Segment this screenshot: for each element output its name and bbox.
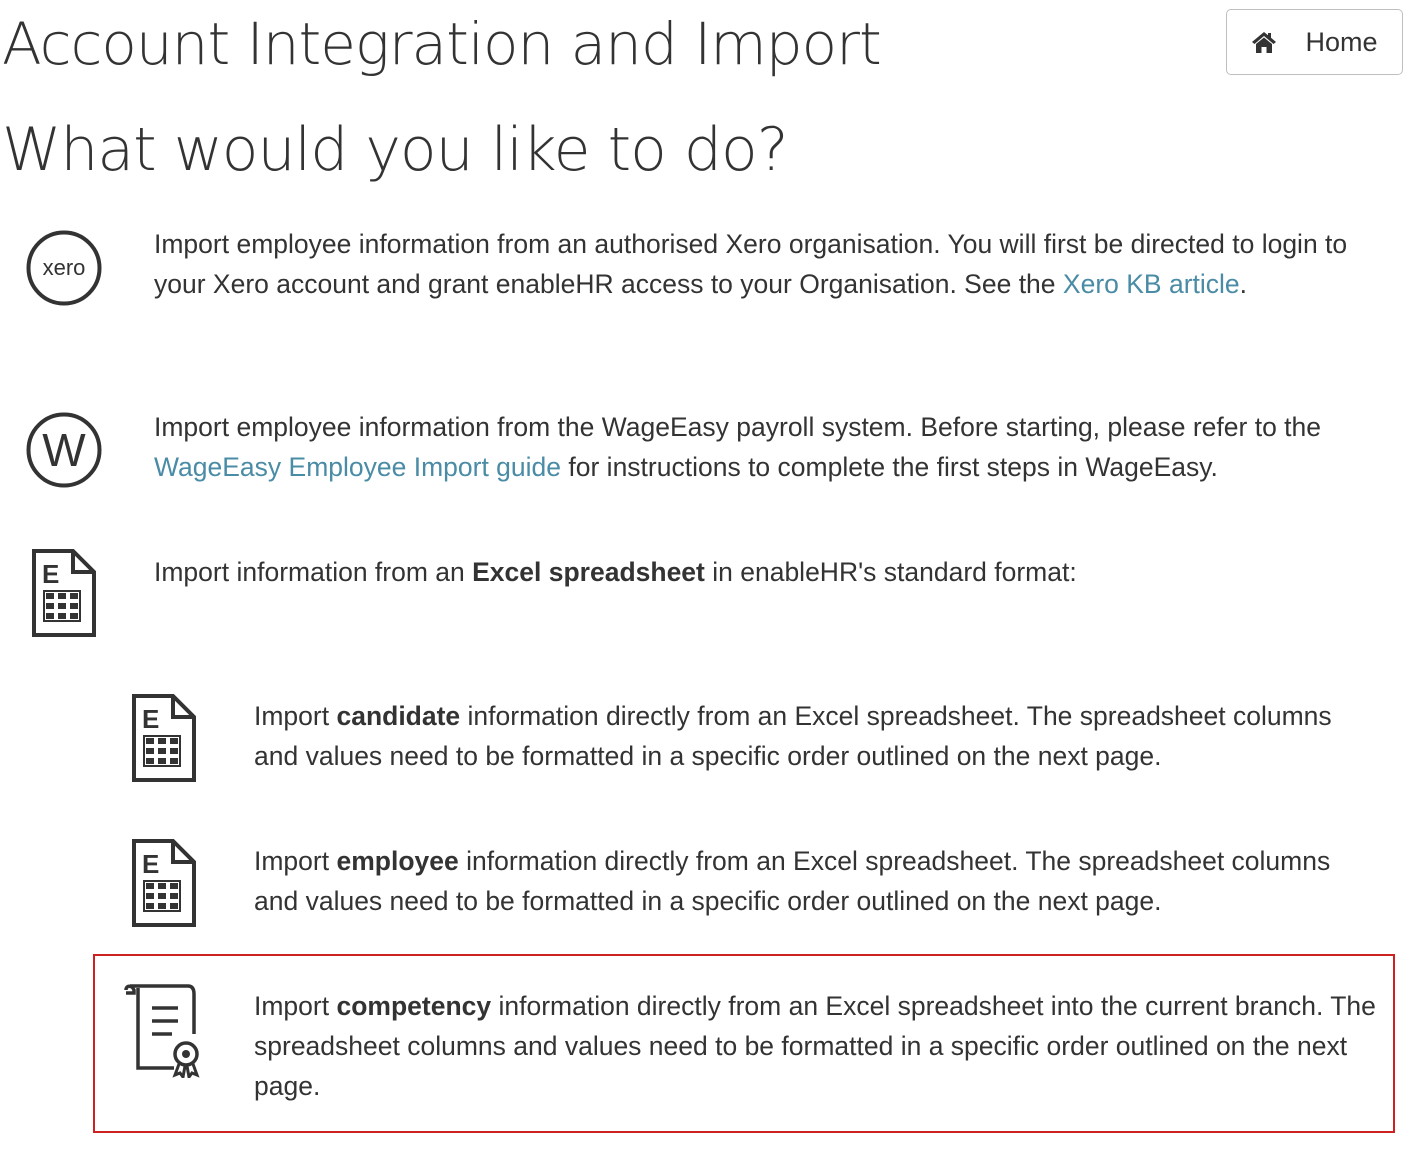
- home-button-label: Home: [1305, 26, 1378, 57]
- wageeasy-import-description: Import employee information from the Wag…: [154, 412, 1322, 482]
- section-title: What would you like to do?: [2, 115, 789, 185]
- xero-kb-article-link[interactable]: Xero KB article: [1063, 269, 1240, 299]
- employee-import-description: Import employee information directly fro…: [254, 846, 1331, 916]
- wageeasy-import-option[interactable]: W Import employee information from the W…: [0, 405, 1400, 505]
- xero-logo-icon: xero: [26, 230, 102, 306]
- certificate-scroll-icon: [124, 984, 200, 1078]
- wageeasy-logo-text: W: [42, 424, 86, 476]
- home-button[interactable]: Home: [1226, 9, 1403, 75]
- excel-spreadsheet-icon: E: [32, 549, 96, 637]
- candidate-import-description: Import candidate information directly fr…: [254, 701, 1332, 771]
- wageeasy-import-guide-link[interactable]: WageEasy Employee Import guide: [154, 452, 561, 482]
- competency-import-description: Import competency information directly f…: [254, 991, 1376, 1101]
- page-title: Account Integration and Import: [2, 10, 882, 78]
- xero-import-option[interactable]: xero Import employee information from an…: [0, 220, 1400, 350]
- svg-text:E: E: [142, 849, 159, 879]
- candidate-import-option[interactable]: E Import candidate information directly …: [100, 690, 1400, 790]
- excel-import-description: Import information from an Excel spreads…: [154, 557, 1077, 587]
- excel-spreadsheet-icon: E: [132, 839, 196, 927]
- svg-text:E: E: [42, 559, 59, 589]
- wageeasy-logo-icon: W: [26, 412, 102, 488]
- xero-import-description: Import employee information from an auth…: [154, 229, 1348, 299]
- excel-import-option[interactable]: E Import information from an Excel sprea…: [0, 545, 1400, 645]
- competency-import-option[interactable]: Import competency information directly f…: [100, 980, 1395, 1110]
- employee-import-option[interactable]: E Import employee information directly f…: [100, 835, 1400, 935]
- svg-text:E: E: [142, 704, 159, 734]
- xero-logo-text: xero: [43, 255, 86, 280]
- excel-spreadsheet-icon: E: [132, 694, 196, 782]
- home-icon: [1251, 30, 1277, 54]
